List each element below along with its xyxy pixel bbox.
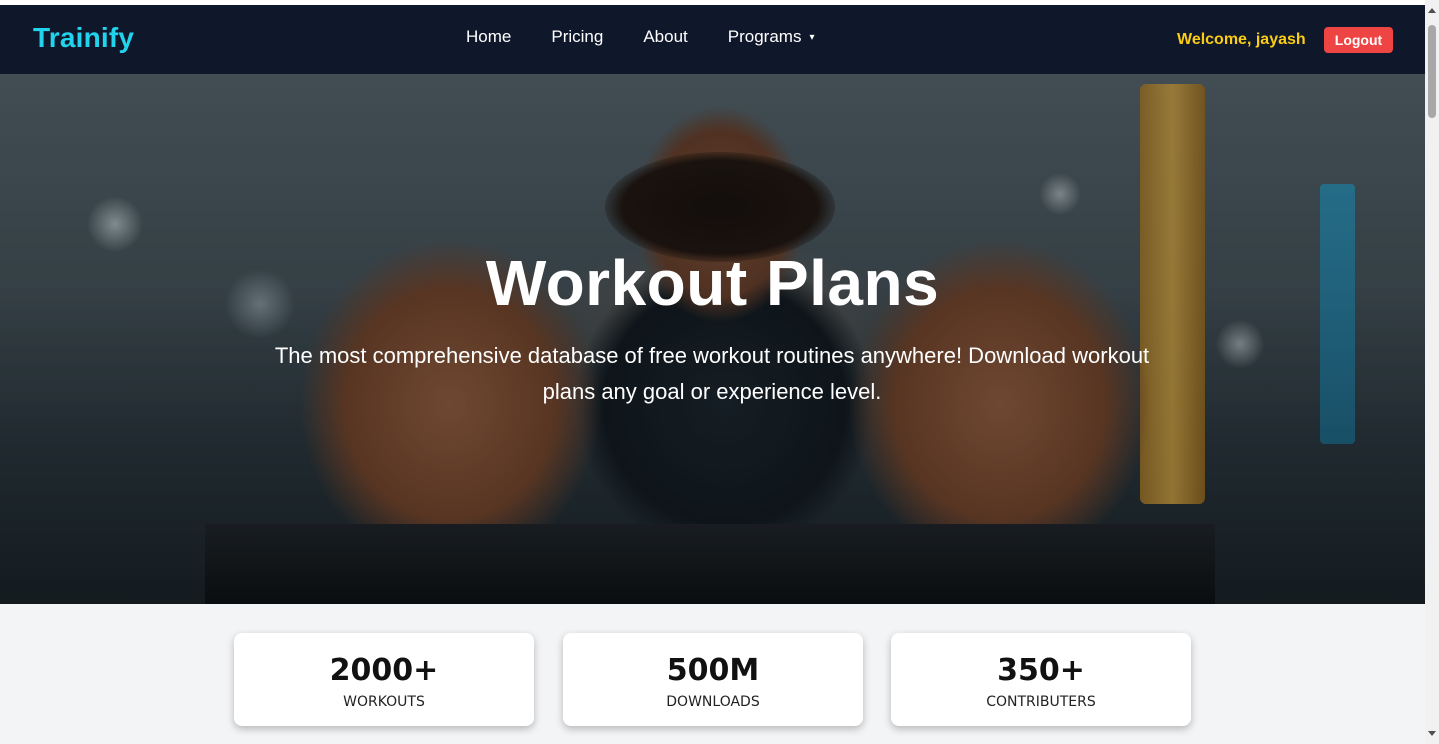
- nav-about-link[interactable]: About: [643, 27, 687, 47]
- navbar: Trainify Home Pricing About Programs ▾ W…: [0, 5, 1425, 74]
- stat-card-workouts: 2000+ WORKOUTS: [234, 633, 534, 726]
- hero-banner: Workout Plans The most comprehensive dat…: [0, 74, 1425, 604]
- brand-logo[interactable]: Trainify: [33, 22, 134, 54]
- logout-button[interactable]: Logout: [1324, 27, 1393, 53]
- nav-programs-label: Programs: [727, 27, 802, 46]
- caret-down-icon: ▾: [809, 31, 815, 43]
- stat-value: 2000+: [329, 653, 439, 688]
- stat-card-downloads: 500M DOWNLOADS: [563, 633, 863, 726]
- nav-pricing-link[interactable]: Pricing: [551, 27, 603, 47]
- stat-label: CONTRIBUTERS: [986, 694, 1096, 710]
- nav-home-link[interactable]: Home: [466, 27, 511, 47]
- welcome-text: Welcome, jayash: [1177, 31, 1306, 48]
- stat-value: 350+: [997, 653, 1085, 688]
- stat-label: DOWNLOADS: [666, 694, 760, 710]
- stat-card-contributers: 350+ CONTRIBUTERS: [891, 633, 1191, 726]
- nav-links: Home Pricing About Programs ▾: [466, 27, 814, 47]
- stat-value: 500M: [666, 653, 760, 688]
- scrollbar-thumb[interactable]: [1428, 25, 1436, 118]
- nav-programs-dropdown[interactable]: Programs ▾: [728, 27, 815, 47]
- vertical-scrollbar[interactable]: [1425, 0, 1439, 744]
- hero-title: Workout Plans: [485, 247, 940, 319]
- hero-subtitle: The most comprehensive database of free …: [274, 343, 1150, 404]
- scroll-up-arrow-icon[interactable]: [1428, 8, 1436, 13]
- stat-label: WORKOUTS: [343, 694, 425, 710]
- scroll-down-arrow-icon[interactable]: [1428, 731, 1436, 736]
